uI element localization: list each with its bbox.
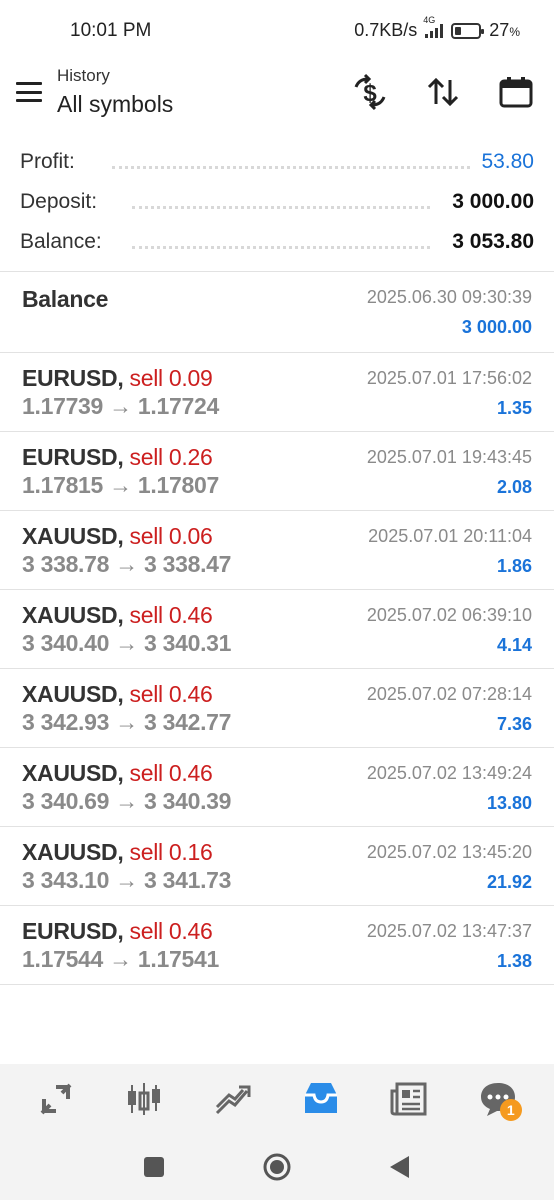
quotes-icon[interactable] <box>28 1071 84 1127</box>
deal-datetime: 2025.07.01 20:11:04 <box>368 526 532 546</box>
deal-symbol: XAUUSD, sell 0.46 <box>22 602 213 628</box>
deal-symbol: XAUUSD, sell 0.46 <box>22 760 213 786</box>
deal-symbol: XAUUSD, sell 0.46 <box>22 681 213 707</box>
deal-action: sell 0.26 <box>129 444 213 470</box>
deal-prices: 1.17544 → 1.17541 <box>22 946 219 972</box>
deal-action: sell 0.16 <box>129 839 213 865</box>
deal-amount: 3 000.00 <box>461 317 532 337</box>
header-title[interactable]: All symbols <box>57 91 173 118</box>
deal-datetime: 2025.07.02 13:47:37 <box>366 921 532 941</box>
deal-row[interactable]: EURUSD, sell 0.26 1.17815 → 1.17807 2025… <box>0 432 554 511</box>
sort-icon[interactable] <box>423 72 463 112</box>
deal-prices: 1.17815 → 1.17807 <box>22 472 219 498</box>
deposit-value: 3 000.00 <box>448 190 534 214</box>
deal-row[interactable]: EURUSD, sell 0.46 1.17544 → 1.17541 2025… <box>0 906 554 985</box>
deal-profit: 1.35 <box>496 398 532 418</box>
deal-prices: 3 343.10 → 3 341.73 <box>22 867 232 893</box>
deal-datetime: 2025.07.02 13:49:24 <box>366 763 532 783</box>
deal-action: sell 0.09 <box>129 365 213 391</box>
battery-level <box>455 26 462 35</box>
bottom-navigation: 1 <box>0 1064 554 1134</box>
news-icon[interactable] <box>381 1071 437 1127</box>
back-icon[interactable] <box>384 1152 414 1182</box>
deal-symbol: XAUUSD, sell 0.06 <box>22 523 213 549</box>
dotted-leader <box>112 166 470 169</box>
battery-icon <box>451 22 485 39</box>
deal-datetime: 2025.07.01 19:43:45 <box>366 447 532 467</box>
balance-label: Balance: <box>20 230 106 254</box>
recent-apps-icon[interactable] <box>139 1152 169 1182</box>
deposit-row: Deposit: 3 000.00 <box>0 182 554 222</box>
deal-profit: 13.80 <box>486 793 532 813</box>
deal-action: sell 0.46 <box>129 760 213 786</box>
deal-profit: 1.86 <box>496 556 532 576</box>
deal-prices: 3 342.93 → 3 342.77 <box>22 709 232 735</box>
deal-symbol: XAUUSD, sell 0.16 <box>22 839 213 865</box>
deal-datetime: 2025.07.02 07:28:14 <box>366 684 532 704</box>
deposit-label: Deposit: <box>20 190 102 214</box>
app-header: History All symbols $ <box>0 62 554 136</box>
messages-badge: 1 <box>499 1099 522 1121</box>
header-subtitle: History <box>57 66 110 85</box>
deal-row[interactable]: XAUUSD, sell 0.46 3 342.93 → 3 342.77 20… <box>0 669 554 748</box>
signal-icon: 4G <box>423 15 444 38</box>
deal-profit: 2.08 <box>496 477 532 497</box>
battery-percent: 27% <box>489 20 520 40</box>
deal-profit: 4.14 <box>496 635 532 655</box>
deal-action: sell 0.06 <box>129 523 213 549</box>
deal-profit: 7.36 <box>496 714 532 734</box>
profit-row: Profit: 53.80 <box>0 142 554 182</box>
menu-icon[interactable] <box>16 82 42 102</box>
svg-text:$: $ <box>363 80 377 107</box>
balance-row: Balance: 3 053.80 <box>0 222 554 262</box>
deal-row[interactable]: XAUUSD, sell 0.06 3 338.78 → 3 338.47 20… <box>0 511 554 590</box>
deal-prices: 1.17739 → 1.17724 <box>22 393 219 419</box>
deal-action: sell 0.46 <box>129 681 213 707</box>
dotted-leader <box>132 246 430 249</box>
account-summary: Profit: 53.80 Deposit: 3 000.00 Balance:… <box>0 142 554 262</box>
deal-datetime: 2025.06.30 09:30:39 <box>366 287 532 307</box>
balance-value: 3 053.80 <box>448 230 534 254</box>
deal-row[interactable]: EURUSD, sell 0.09 1.17739 → 1.17724 2025… <box>0 353 554 432</box>
deal-datetime: 2025.07.02 06:39:10 <box>366 605 532 625</box>
status-bar: 10:01 PM 0.7KB/s 4G 27% <box>0 0 554 62</box>
deal-row[interactable]: XAUUSD, sell 0.46 3 340.40 → 3 340.31 20… <box>0 590 554 669</box>
profit-value: 53.80 <box>477 150 534 174</box>
deal-row[interactable]: XAUUSD, sell 0.46 3 340.69 → 3 340.39 20… <box>0 748 554 827</box>
deal-action: sell 0.46 <box>129 602 213 628</box>
balance-entry[interactable]: Balance 2025.06.30 09:30:39 3 000.00 <box>0 272 554 353</box>
dotted-leader <box>132 206 430 209</box>
system-navigation-bar <box>0 1134 554 1200</box>
deal-datetime: 2025.07.01 17:56:02 <box>366 368 532 388</box>
balance-entry-label: Balance <box>22 286 109 312</box>
currency-exchange-icon[interactable]: $ <box>350 72 390 112</box>
status-time: 10:01 PM <box>70 20 152 41</box>
history-icon[interactable] <box>293 1071 349 1127</box>
messages-icon[interactable]: 1 <box>470 1071 526 1127</box>
deal-prices: 3 338.78 → 3 338.47 <box>22 551 232 577</box>
deal-action: sell 0.46 <box>129 918 213 944</box>
history-list: Balance 2025.06.30 09:30:39 3 000.00 EUR… <box>0 272 554 985</box>
chart-icon[interactable] <box>116 1071 172 1127</box>
status-indicators: 0.7KB/s 4G 27% <box>354 15 520 41</box>
deal-row[interactable]: XAUUSD, sell 0.16 3 343.10 → 3 341.73 20… <box>0 827 554 906</box>
deal-profit: 1.38 <box>496 951 532 971</box>
deal-prices: 3 340.40 → 3 340.31 <box>22 630 232 656</box>
deal-prices: 3 340.69 → 3 340.39 <box>22 788 232 814</box>
deal-symbol: EURUSD, sell 0.46 <box>22 918 213 944</box>
calendar-icon[interactable] <box>496 72 536 112</box>
deal-symbol: EURUSD, sell 0.26 <box>22 444 213 470</box>
network-speed: 0.7KB/s <box>354 20 418 40</box>
deal-datetime: 2025.07.02 13:45:20 <box>366 842 532 862</box>
network-type: 4G <box>423 14 436 25</box>
deal-symbol: EURUSD, sell 0.09 <box>22 365 213 391</box>
profit-label: Profit: <box>20 150 79 174</box>
trade-icon[interactable] <box>205 1071 261 1127</box>
deal-profit: 21.92 <box>486 872 532 892</box>
home-icon[interactable] <box>262 1152 292 1182</box>
